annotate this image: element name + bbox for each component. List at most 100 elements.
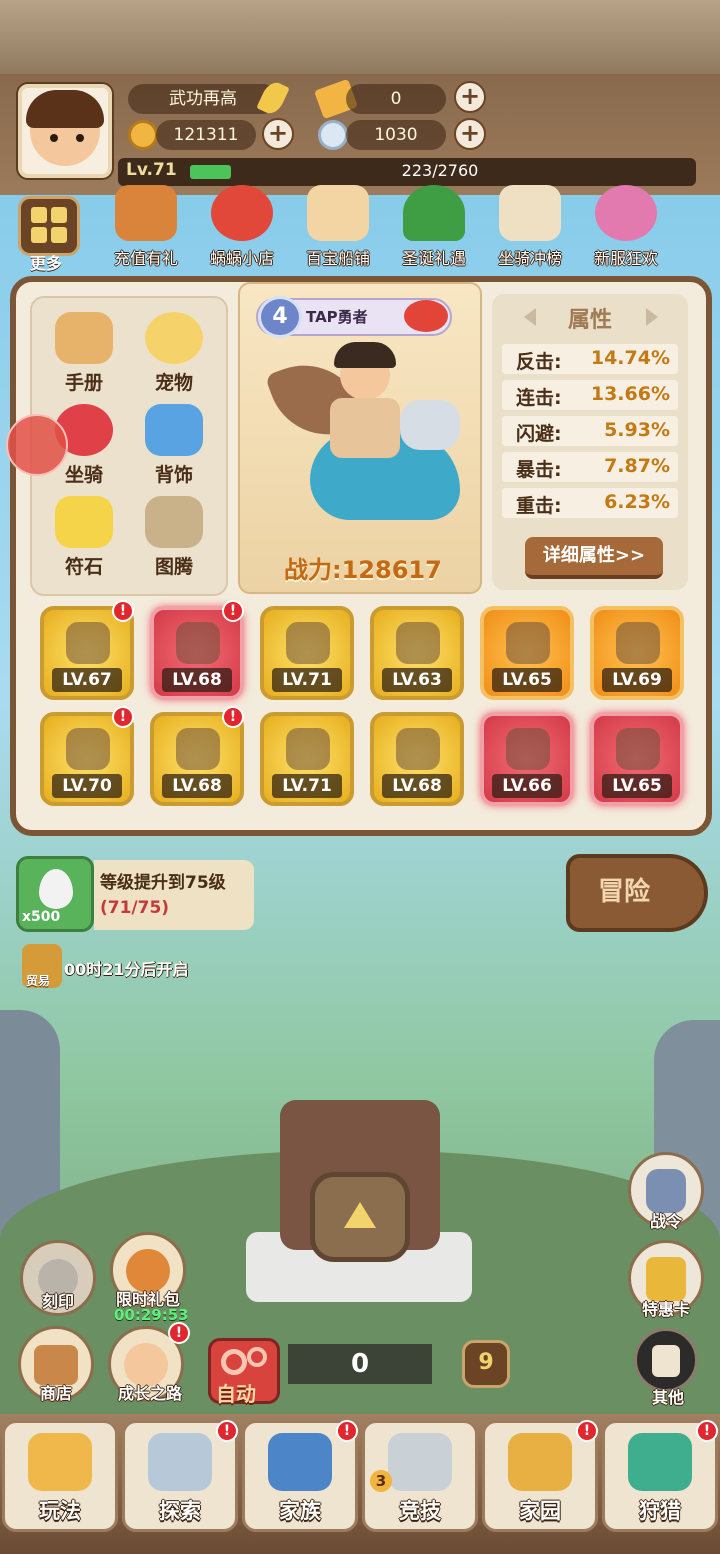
equipment-item-icon [506,622,550,664]
tiki-icon [28,1433,92,1491]
quest-title: 等级提升到75级 [100,873,226,893]
nav-alert-badge: ! [576,1420,598,1442]
tear-drop-icon [39,869,73,909]
equipment-item-icon [396,728,440,770]
nav-count-badge: 3 [370,1470,392,1492]
adventure-button[interactable]: 冒险 [566,854,708,932]
event-mount-rank[interactable]: 坐骑冲榜 [482,185,578,270]
auto-counter: 0 [288,1344,432,1384]
attr-row-combo: 连击: 13.66% [502,380,678,410]
nav-alert-badge: ! [216,1420,238,1442]
nav-alert-badge: ! [336,1420,358,1442]
hunt-dragon-icon [628,1433,692,1491]
christmas-tree-icon [403,185,465,241]
snail-icon [404,300,448,332]
nav-label: 家族 [279,1499,321,1523]
shop-label: 商店 [39,1384,72,1403]
quest-reward-count: x500 [22,909,61,925]
characters-icon [595,185,657,241]
sword-icon [388,1433,452,1491]
nav-tiki[interactable]: 玩法 [2,1420,118,1532]
next-arrow-icon[interactable] [646,308,658,326]
detail-attributes-button[interactable]: 详细属性>> [525,537,663,579]
character-name: TAP勇者 [306,308,368,326]
event-recharge[interactable]: 充值有礼 [98,185,194,270]
event-ship-shop[interactable]: 百宝船铺 [290,185,386,270]
attr-row-heavy: 重击: 6.23% [502,488,678,518]
star-stone-icon [55,496,113,548]
stone-chest[interactable] [206,1092,512,1312]
equipment-slot[interactable]: LV.71 [260,606,354,700]
menu-rune[interactable]: 符石 [44,496,124,586]
snail-shop-icon [211,185,273,241]
equipment-level: LV.70 [52,774,122,798]
exp-text: 223/2760 [401,161,479,180]
equipment-slot[interactable]: LV.65 [590,712,684,806]
envelope-icon [307,185,369,241]
equipment-item-icon [176,728,220,770]
more-label: 更多 [30,254,63,273]
event-christmas[interactable]: 圣诞礼遇 [386,185,482,270]
equipment-item-icon [176,622,220,664]
menu-back-accessory[interactable]: 背饰 [134,404,214,494]
crown-card-icon [646,1257,686,1301]
equipment-item-icon [616,728,660,770]
chick-icon [145,312,203,364]
upgrade-alert-badge: ! [112,600,134,622]
shell-icon [318,120,348,150]
trophy-icon [499,185,561,241]
equipment-slot[interactable]: LV.63 [370,606,464,700]
home-icon [508,1433,572,1491]
title-label: 武功再高 [128,84,278,114]
level-nine-badge[interactable]: 9 [462,1340,510,1388]
ticket-count: 0 [346,84,446,114]
shop-icon [34,1345,78,1385]
player-avatar[interactable] [18,84,112,178]
growth-path-label: 成长之路 [117,1384,182,1403]
floating-gamepad-button[interactable] [6,414,68,476]
character-level-badge: 4 [258,296,302,338]
book-icon [55,312,113,364]
nav-label: 家园 [519,1499,561,1523]
add-shell-button[interactable]: + [454,118,486,150]
coin-count: 121311 [156,120,256,150]
equipment-level: LV.68 [382,774,452,798]
trade-timer: 00时21分后开启 [64,960,189,979]
equipment-slot[interactable]: LV.68 [370,712,464,806]
equipment-level: LV.69 [602,668,672,692]
menu-handbook[interactable]: 手册 [44,312,124,402]
add-coin-button[interactable]: + [262,118,294,150]
clan-shield-icon [268,1433,332,1491]
equipment-item-icon [66,728,110,770]
equipment-item-icon [396,622,440,664]
gear-icon [221,1349,247,1375]
other-button[interactable] [634,1328,698,1392]
nav-label: 竞技 [399,1499,441,1523]
event-snail-shop[interactable]: 蜗蜗小店 [194,185,290,270]
equipment-item-icon [616,622,660,664]
battle-pass-label: 战令 [649,1212,682,1231]
equipment-level: LV.71 [272,668,342,692]
explore-icon [148,1433,212,1491]
equipment-item-icon [286,622,330,664]
equipment-level: LV.65 [602,774,672,798]
growth-alert-badge: ! [168,1322,190,1344]
event-new-server[interactable]: 新服狂欢 [578,185,674,270]
equipment-slot[interactable]: LV.69 [590,606,684,700]
more-button[interactable] [18,196,80,256]
nav-label: 玩法 [39,1499,81,1523]
upgrade-alert-badge: ! [112,706,134,728]
menu-pet[interactable]: 宠物 [134,312,214,402]
equipment-slot[interactable]: LV.71 [260,712,354,806]
equipment-slot[interactable]: LV.66 [480,712,574,806]
equipment-slot[interactable]: LV.65 [480,606,574,700]
auto-label: 自动 [216,1382,256,1406]
menu-totem[interactable]: 图腾 [134,496,214,586]
quest-progress: (71/75) [100,898,170,918]
totem-icon [145,496,203,548]
rock-border [0,0,720,74]
add-ticket-button[interactable]: + [454,81,486,113]
equipment-item-icon [66,622,110,664]
hero-on-dragon-sprite[interactable] [264,340,460,540]
trade-label: 贸易 [26,974,51,988]
